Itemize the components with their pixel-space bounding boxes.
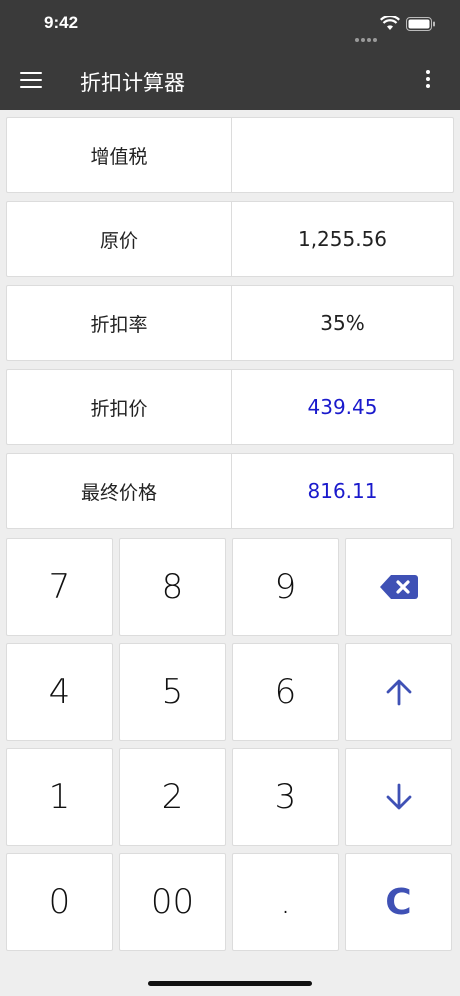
vat-value[interactable] [232,118,453,192]
original-price-label: 原价 [7,202,232,276]
key-5[interactable]: 5 [119,643,226,741]
key-7[interactable]: 7 [6,538,113,636]
discount-rate-label: 折扣率 [7,286,232,360]
row-discount-amount: 折扣价 439.45 [6,369,454,445]
final-price-label: 最终价格 [7,454,232,528]
row-discount-rate[interactable]: 折扣率 35% [6,285,454,361]
app-bar: 折扣计算器 [0,50,460,110]
move-up-button[interactable] [345,643,452,741]
key-decimal[interactable]: . [232,853,339,951]
status-time: 9:42 [44,13,79,32]
key-4[interactable]: 4 [6,643,113,741]
home-indicator[interactable] [148,981,312,986]
backspace-icon [379,575,418,599]
discount-amount-value: 439.45 [307,395,378,419]
move-down-button[interactable] [345,748,452,846]
final-price-value: 816.11 [307,479,378,503]
more-vert-icon[interactable] [424,70,432,92]
row-vat[interactable]: 增值税 [6,117,454,193]
arrow-down-icon [386,783,411,810]
backspace-button[interactable] [345,538,452,636]
clear-button[interactable]: C [345,853,452,951]
app-title: 折扣计算器 [80,71,185,95]
discount-rate-value[interactable]: 35% [232,286,453,360]
key-1[interactable]: 1 [6,748,113,846]
vat-label: 增值税 [7,118,232,192]
signal-icon [355,27,379,46]
calculator-fields: 增值税 原价 1,255.56 折扣率 35% 折扣价 439.45 最终价格 … [6,117,454,537]
key-3[interactable]: 3 [232,748,339,846]
keypad: 7 8 9 4 5 6 1 2 3 0 00 . C [6,538,454,951]
key-0[interactable]: 0 [6,853,113,951]
key-9[interactable]: 9 [232,538,339,636]
original-price-value[interactable]: 1,255.56 [232,202,453,276]
wifi-icon [380,16,400,30]
key-8[interactable]: 8 [119,538,226,636]
menu-icon[interactable] [20,72,42,90]
status-bar: 9:42 [0,0,460,50]
discount-amount-label: 折扣价 [7,370,232,444]
key-6[interactable]: 6 [232,643,339,741]
key-2[interactable]: 2 [119,748,226,846]
row-original-price[interactable]: 原价 1,255.56 [6,201,454,277]
arrow-up-icon [386,679,411,706]
key-00[interactable]: 00 [119,853,226,951]
battery-icon [406,17,435,31]
row-final-price: 最终价格 816.11 [6,453,454,529]
